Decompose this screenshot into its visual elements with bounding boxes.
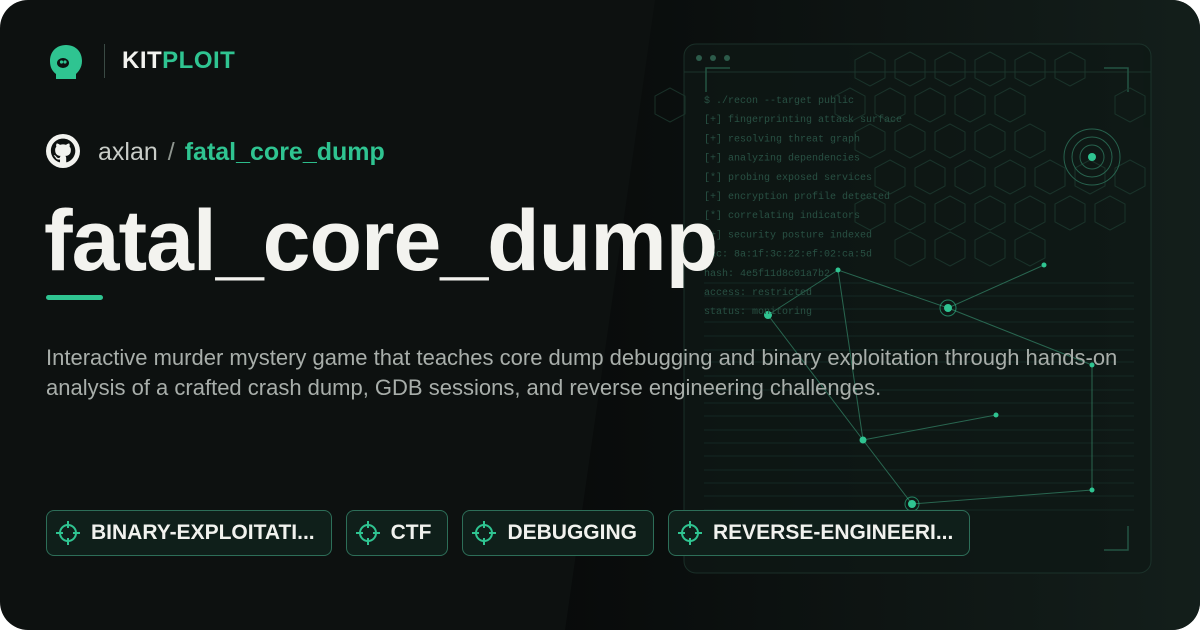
crosshair-icon <box>56 521 80 545</box>
terminal-line: [+] encryption profile detected <box>704 191 890 203</box>
github-icon <box>46 134 80 168</box>
tag-chip[interactable]: CTF <box>345 510 449 556</box>
page-title: fatal_core_dump <box>44 193 718 289</box>
brand-name: KITPLOIT <box>122 47 235 75</box>
crosshair-icon <box>355 521 380 545</box>
preview-card: $ ./recon --target public [+] fingerprint… <box>0 0 1200 630</box>
terminal-line: [*] correlating indicators <box>704 210 860 222</box>
repo-owner[interactable]: axlan <box>98 138 158 166</box>
brand-name-part1: KIT <box>122 47 163 74</box>
logo-divider <box>104 44 105 78</box>
terminal-line: [+] resolving threat graph <box>704 133 860 145</box>
terminal-line: status: monitoring <box>704 306 812 318</box>
terminal-line: [*] probing exposed services <box>704 172 872 184</box>
terminal-line: mac: 8a:1f:3c:22:ef:02:ca:5d <box>704 249 872 261</box>
description: Interactive murder mystery game that tea… <box>46 345 1118 400</box>
terminal-line: [+] security posture indexed <box>704 229 872 241</box>
terminal-line: $ ./recon --target public <box>704 95 854 107</box>
tag-label: REVERSE-ENGINEERI... <box>712 521 954 544</box>
tag-chip[interactable]: DEBUGGING <box>462 510 654 556</box>
tag-label: DEBUGGING <box>507 521 637 544</box>
kitploit-logo-icon <box>50 45 82 79</box>
crosshair-icon <box>677 521 702 545</box>
tag-chip[interactable]: BINARY-EXPLOITATI... <box>46 510 332 556</box>
tag-label: CTF <box>390 521 432 544</box>
terminal-line: [+] analyzing dependencies <box>704 153 860 165</box>
tag-label: BINARY-EXPLOITATI... <box>91 521 315 544</box>
repo-name[interactable]: fatal_core_dump <box>185 138 385 166</box>
tag-list: BINARY-EXPLOITATI... CTF DEBUGGING REVER… <box>46 510 971 556</box>
breadcrumb: axlan / fatal_core_dump <box>98 138 385 167</box>
crosshair-icon <box>472 521 497 545</box>
tag-chip[interactable]: REVERSE-ENGINEERI... <box>667 510 971 556</box>
terminal-line: access: restricted <box>704 287 812 299</box>
brand-name-part2: PLOIT <box>162 47 236 74</box>
breadcrumb-separator: / <box>167 138 175 166</box>
terminal-line: [+] fingerprinting attack surface <box>704 114 902 126</box>
terminal-line: hash: 4e5f11d8c01a7b2 <box>704 268 830 280</box>
title-underline <box>46 295 103 300</box>
